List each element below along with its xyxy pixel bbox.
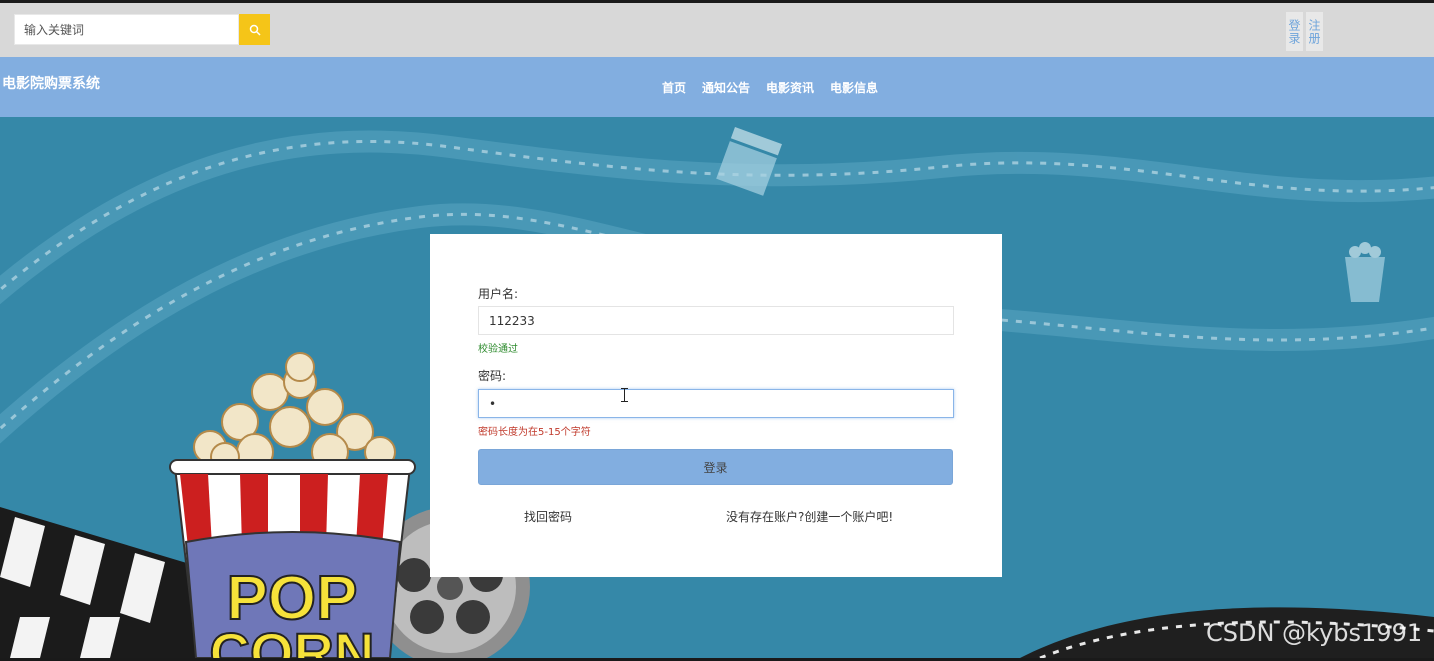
nav-item-home[interactable]: 首页 (662, 79, 686, 96)
top-bar: 登录 注册 (0, 3, 1434, 57)
login-link[interactable]: 登录 (1286, 12, 1303, 51)
username-label: 用户名: (478, 287, 519, 301)
username-input[interactable] (478, 306, 954, 335)
search-input[interactable] (14, 14, 239, 45)
login-submit-button[interactable]: 登录 (478, 449, 953, 485)
search-button[interactable] (239, 14, 270, 45)
popcorn-bucket-icon: POP CORN (169, 352, 416, 658)
create-account-link[interactable]: 没有存在账户?创建一个账户吧! (726, 508, 893, 525)
nav-item-movie-news[interactable]: 电影资讯 (766, 79, 814, 96)
popcorn-cup-icon (1345, 242, 1385, 302)
register-link[interactable]: 注册 (1306, 12, 1323, 51)
search-bar (14, 14, 270, 45)
site-title: 电影院购票系统 (2, 76, 100, 92)
main-navbar: 电影院购票系统 首页 通知公告 电影资讯 电影信息 (0, 57, 1434, 117)
text-cursor-icon (621, 388, 628, 402)
watermark: CSDN @kybs1991 (1206, 619, 1423, 647)
username-validation-message: 校验通过 (478, 344, 518, 355)
nav-item-movie-info[interactable]: 电影信息 (830, 79, 878, 96)
nav-item-announcements[interactable]: 通知公告 (702, 79, 750, 96)
search-icon (249, 24, 261, 36)
password-label: 密码: (478, 369, 507, 383)
login-card: 用户名: 校验通过 密码: 密码长度为在5-15个字符 登录 找回密码 没有存在… (430, 234, 1002, 577)
auth-links: 登录 注册 (1286, 12, 1323, 51)
forgot-password-link[interactable]: 找回密码 (524, 508, 572, 525)
password-validation-message: 密码长度为在5-15个字符 (478, 427, 591, 438)
password-input[interactable] (478, 389, 954, 418)
nav-menu: 首页 通知公告 电影资讯 电影信息 (662, 79, 878, 96)
clapper-stripes (0, 507, 200, 658)
popcorn-text-corn: CORN (210, 621, 375, 658)
